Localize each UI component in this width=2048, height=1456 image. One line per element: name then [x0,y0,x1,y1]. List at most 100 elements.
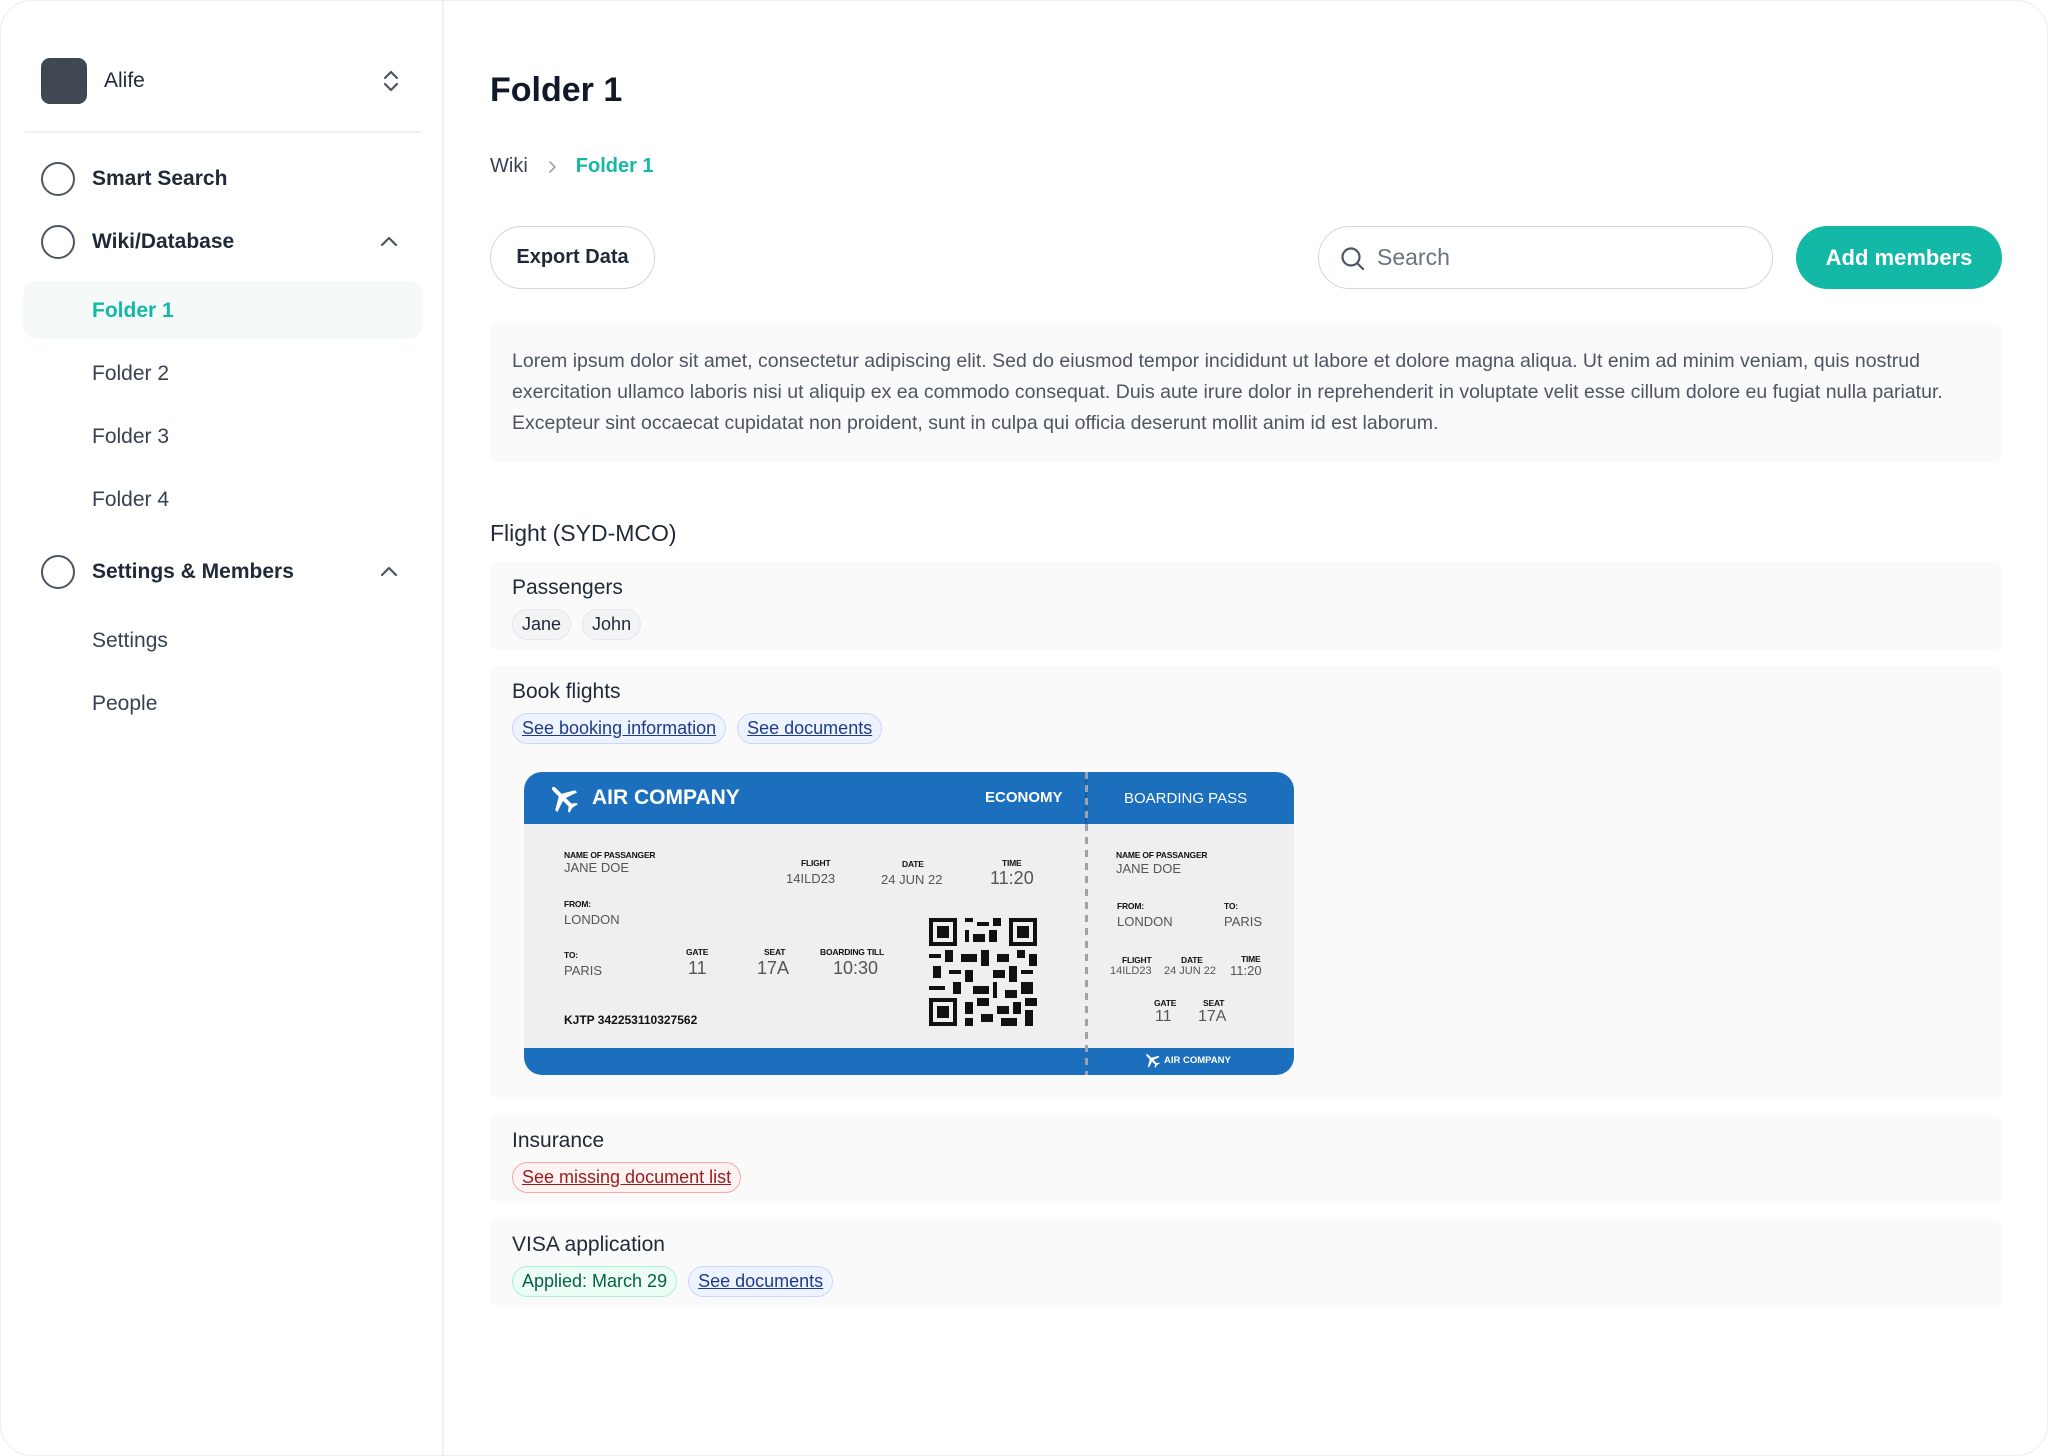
tag-list: See booking information See documents [512,713,883,744]
passengers-card: Passengers Jane John [490,562,2002,650]
card-label: VISA application [512,1233,665,1256]
main-content: Folder 1 Wiki Folder 1 Export Data Add m… [444,1,2047,1455]
sidebar: Alife Smart Search Wiki/Database Folder … [1,1,444,1455]
sidebar-section-label: Smart Search [92,167,228,190]
stub-to-value: PARIS [1224,914,1263,929]
perforation-line [1085,772,1088,1075]
boarding-till-value: 10:30 [833,958,879,978]
card-label: Insurance [512,1129,605,1152]
stub-flight-value: 14ILD23 [1110,965,1152,977]
qr-code-icon [929,918,1037,1026]
sidebar-section-label: Settings & Members [92,560,294,583]
breadcrumb-current: Folder 1 [575,155,654,177]
ticket-class: ECONOMY [985,789,1063,806]
tag-list: Applied: March 29 See documents [512,1266,834,1297]
folder-description: Lorem ipsum dolor sit amet, consectetur … [490,323,2002,462]
sidebar-item-label: Folder 4 [92,488,170,511]
stub-seat-value: 17A [1198,1008,1227,1025]
workspace-switcher[interactable]: Alife [25,41,421,121]
to-value: PARIS [564,963,603,978]
stub-from-value: LONDON [1117,914,1173,929]
sidebar-item-label: Settings [92,629,168,652]
sidebar-item-folder-1[interactable]: Folder 1 [23,281,423,339]
stub-to-label: TO: [1224,901,1238,911]
sidebar-section-settings-members[interactable]: Settings & Members [25,544,421,600]
passenger-tag: John [582,609,642,640]
add-members-button[interactable]: Add members [1796,226,2002,289]
see-documents-link[interactable]: See documents [688,1266,834,1297]
stub-date-value: 24 JUN 22 [1164,965,1216,977]
from-label: FROM: [564,899,591,909]
see-booking-information-link[interactable]: See booking information [512,713,727,744]
search-box[interactable] [1318,226,1773,289]
stub-date-label: DATE [1181,955,1203,965]
stub-from-label: FROM: [1117,901,1144,911]
circle-icon [41,225,75,259]
sidebar-item-folder-2[interactable]: Folder 2 [23,344,423,402]
date-value: 24 JUN 22 [881,872,943,887]
page-title: Folder 1 [490,71,623,109]
footer-airline: AIR COMPANY [1164,1055,1231,1066]
section-title: Flight (SYD-MCO) [490,520,677,546]
chevron-up-icon[interactable] [377,230,401,254]
app-window: Alife Smart Search Wiki/Database Folder … [0,0,2048,1456]
airplane-icon [551,786,578,813]
boarding-pass-image: AIR COMPANY ECONOMY BOARDING PASS NAME O… [524,772,1294,1075]
chevron-up-down-icon[interactable] [375,65,407,97]
gate-value: 11 [688,958,707,978]
sidebar-item-label: Folder 3 [92,425,170,448]
search-icon [1341,247,1365,271]
stub-time-value: 11:20 [1230,963,1262,978]
visa-application-card: VISA application Applied: March 29 See d… [490,1219,2002,1307]
sidebar-item-label: Folder 1 [92,299,174,322]
gate-label: GATE [686,947,709,957]
time-value: 11:20 [990,868,1034,888]
visa-status-badge: Applied: March 29 [512,1266,678,1297]
breadcrumb-link-wiki[interactable]: Wiki [490,155,528,178]
airplane-icon [1146,1054,1160,1068]
stub-gate-value: 11 [1155,1008,1172,1025]
to-label: TO: [564,950,578,960]
tag-list: Jane John [512,609,642,640]
date-label: DATE [902,859,924,869]
stub-gate-label: GATE [1154,998,1177,1008]
chevron-up-icon[interactable] [377,560,401,584]
from-value: LONDON [564,912,620,927]
sidebar-item-folder-4[interactable]: Folder 4 [23,470,423,528]
passenger-name-label: NAME OF PASSANGER [564,850,656,860]
seat-value: 17A [757,958,790,978]
stub-flight-label: FLIGHT [1122,955,1152,965]
circle-icon [41,555,75,589]
airline-name: AIR COMPANY [592,786,740,809]
card-label: Passengers [512,576,623,599]
ticket-number: KJTP 342253110327562 [564,1013,698,1027]
stub-passenger-name-value: JANE DOE [1116,861,1182,876]
chevron-right-icon [548,160,556,173]
boarding-pass-title: BOARDING PASS [1124,790,1248,807]
sidebar-divider [25,131,421,133]
sidebar-item-folder-3[interactable]: Folder 3 [23,407,423,465]
stub-seat-label: SEAT [1203,998,1225,1008]
sidebar-item-people[interactable]: People [23,674,423,732]
breadcrumb: Wiki Folder 1 [490,155,654,178]
see-missing-document-list-link[interactable]: See missing document list [512,1162,742,1193]
book-flights-card: Book flights See booking information See… [490,666,2002,1099]
sidebar-section-label: Wiki/Database [92,230,235,253]
sidebar-section-wiki-database[interactable]: Wiki/Database [25,214,421,270]
search-input[interactable] [1377,227,1757,287]
sidebar-item-label: Folder 2 [92,362,170,385]
export-data-button[interactable]: Export Data [490,226,655,289]
passenger-name-value: JANE DOE [564,860,630,875]
card-label: Book flights [512,680,621,703]
circle-icon [41,162,75,196]
stub-passenger-name-label: NAME OF PASSANGER [1116,850,1208,860]
time-label: TIME [1002,858,1022,868]
sidebar-item-smart-search[interactable]: Smart Search [25,151,421,207]
see-documents-link[interactable]: See documents [737,713,883,744]
sidebar-item-label: People [92,692,158,715]
sidebar-item-settings[interactable]: Settings [23,611,423,669]
workspace-logo [41,58,87,104]
seat-label: SEAT [764,947,786,957]
flight-label: FLIGHT [801,858,831,868]
tag-list: See missing document list [512,1162,742,1193]
